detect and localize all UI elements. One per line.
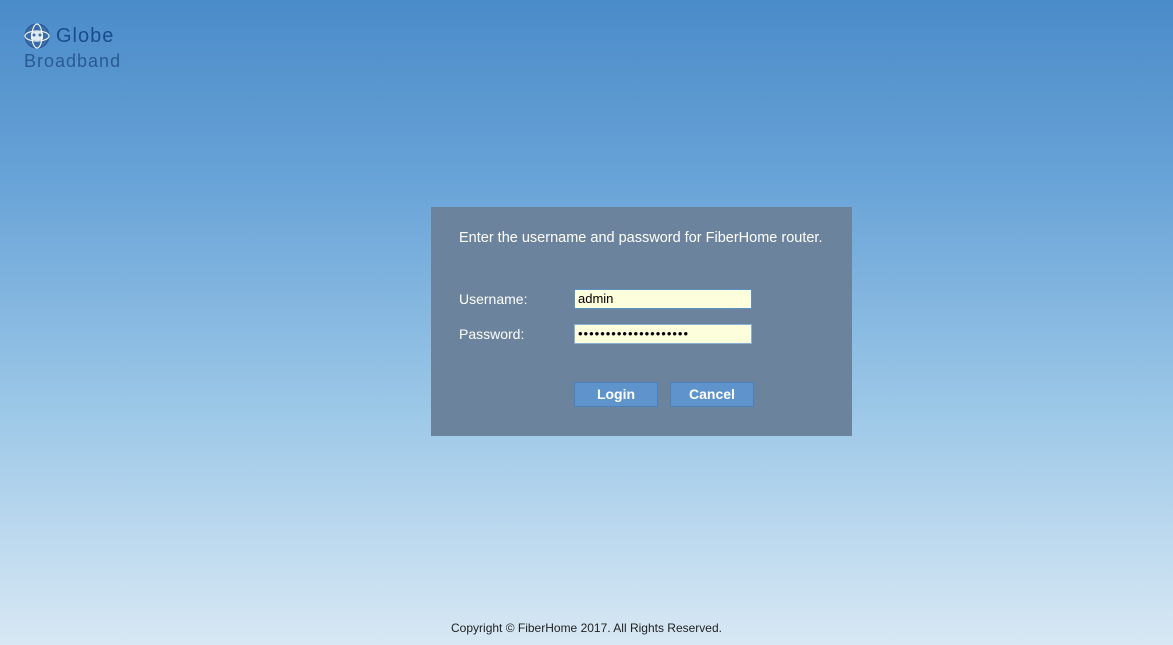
footer-copyright: Copyright © FiberHome 2017. All Rights R… [0, 621, 1173, 635]
brand-subtitle: Broadband [24, 51, 121, 72]
login-instruction: Enter the username and password for Fibe… [459, 229, 824, 249]
password-row: Password: [459, 324, 824, 344]
username-input[interactable] [574, 289, 752, 309]
button-row: Login Cancel [574, 382, 824, 407]
password-input[interactable] [574, 324, 752, 344]
username-label: Username: [459, 291, 574, 307]
login-button[interactable]: Login [574, 382, 658, 407]
logo-row: Globe [24, 23, 121, 49]
username-row: Username: [459, 289, 824, 309]
password-label: Password: [459, 326, 574, 342]
cancel-button[interactable]: Cancel [670, 382, 754, 407]
globe-icon [24, 23, 50, 49]
login-panel: Enter the username and password for Fibe… [431, 207, 852, 436]
brand-name: Globe [56, 25, 114, 48]
logo-container: Globe Broadband [24, 23, 121, 72]
